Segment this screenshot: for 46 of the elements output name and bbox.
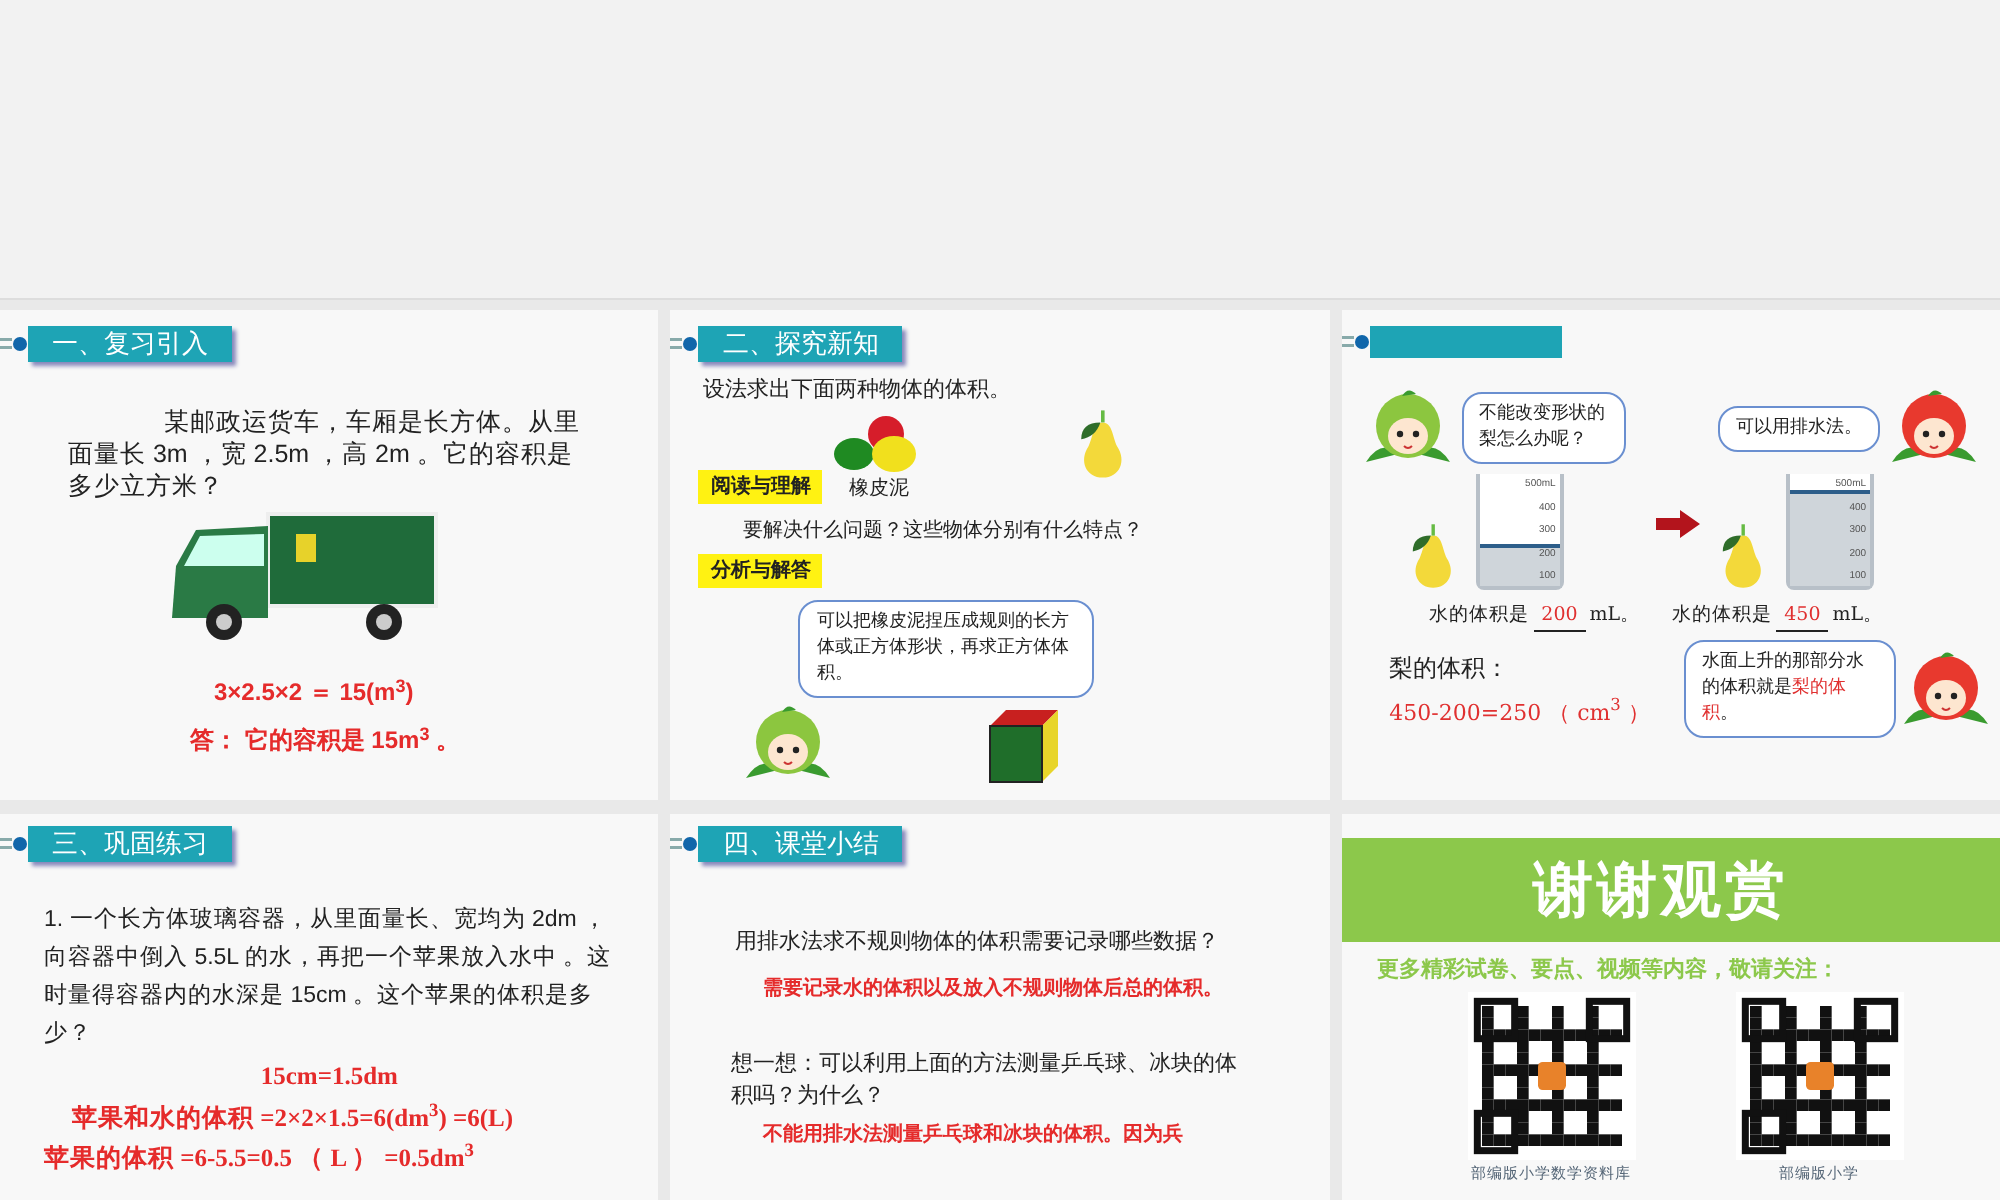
pear-volume-formula: 450-200=250 （ cm$^{3}$ ） bbox=[1389, 697, 1650, 729]
answer-text: 需要记录水的体积以及放入不规则物体后总的体积。 bbox=[762, 975, 1225, 1003]
slide-bullet-icon bbox=[0, 334, 28, 354]
reading-label: 水的体积是 bbox=[1429, 602, 1530, 630]
fill-in-line: 200 bbox=[1533, 602, 1586, 633]
unit-label: mL。 bbox=[1832, 602, 1884, 630]
question-text: 用排水法求不规则物体的体积需要记录哪些数据？ bbox=[734, 928, 1221, 958]
answer: 答： 它的容积是 15m$^{3}$ 。 bbox=[190, 722, 463, 758]
slide-bullet-icon bbox=[0, 834, 28, 854]
speech-bubble: 不能改变形状的梨怎么办呢？ bbox=[1461, 392, 1626, 464]
slide-thumbnail[interactable]: 三、巩固练习 1. 一个长方体玻璃容器，从里面量长、宽均为 2dm ，向容器中倒入 5.5L 的水，再把一个苹果放入水中 。这时量得容器内的水深是 15cm 。这个苹果的体积是多少？ 15cm=1.5dm 苹果和水的体积 =2×2×1.5=6(dm$^{3}$) =6(L) 苹果的体积 =6-5.5=0.5 （ L ） =0.5dm$^{3}$ bbox=[0, 814, 659, 1200]
speech-bubble: 可以用排水法。 bbox=[1718, 405, 1880, 451]
section-heading: 二、探究新知 bbox=[698, 326, 903, 362]
problem-text: 某邮政运货车，车厢是长方体。从里面量长 3m ，宽 2.5m ，高 2m 。它的容积是多少立方米？ bbox=[68, 406, 582, 502]
intro-text: 设法求出下面两种物体的体积。 bbox=[702, 376, 1013, 406]
section-heading: 一、复习引入 bbox=[28, 326, 232, 362]
slide-bullet-icon bbox=[670, 834, 699, 854]
slide-thumbnail[interactable]: 二、探究新知 设法求出下面两种物体的体积。 阅读与理解 橡皮泥 要解决什么问题？这些物体分别有什么特点？ 分析与解答 可以把橡皮泥捏压成规则的长方体或正方体形状，再求正方体体积。 bbox=[670, 310, 1330, 800]
fill-in-line: 450 bbox=[1776, 602, 1829, 633]
speech-bubble: 水面上升的那部分水的体积就是梨的体积。 bbox=[1684, 640, 1896, 739]
section-tag: 阅读与理解 bbox=[698, 469, 823, 503]
unit-label: mL。 bbox=[1589, 602, 1641, 630]
question-text: 想一想：可以利用上面的方法测量乒乓球、冰块的体积吗？为什么？ bbox=[730, 1049, 1239, 1111]
solution-line: 15cm=1.5dm bbox=[258, 1060, 400, 1094]
reading-label: 水的体积是 bbox=[1672, 602, 1773, 630]
problem-text: 1. 一个长方体玻璃容器，从里面量长、宽均为 2dm ，向容器中倒入 5.5L 的水，再把一个苹果放入水中 。这时量得容器内的水深是 15cm 。这个苹果的体积是多少？ bbox=[44, 904, 614, 1050]
slide-thumbnail[interactable]: 一、复习引入 某邮政运货车，车厢是长方体。从里面量长 3m ，宽 2.5m ，高 2m 。它的容积是多少立方米？ 3×2.5×2 ＝ 15(m$^{3}$) 答： 它的容积是 15m$^{3}$ 。 bbox=[0, 310, 659, 800]
slide-thumbnail[interactable]: 四、课堂小结 用排水法求不规则物体的体积需要记录哪些数据？ 需要记录水的体积以及放入不规则物体后总的体积。 想一想：可以利用上面的方法测量乒乓球、冰块的体积吗？为什么？ 不能用排水法测量乒乓球和冰块的体积。因为兵 bbox=[670, 814, 1330, 1200]
slide-bullet-icon bbox=[1341, 332, 1370, 352]
question-text: 要解决什么问题？这些物体分别有什么特点？ bbox=[742, 517, 1145, 545]
pear-volume-label: 梨的体积： bbox=[1389, 651, 1512, 685]
section-heading: 三、巩固练习 bbox=[28, 826, 232, 862]
section-tag: 分析与解答 bbox=[698, 553, 823, 587]
answer-text: 不能用排水法测量乒乓球和冰块的体积。因为兵 bbox=[762, 1121, 1185, 1149]
slide-bullet-icon bbox=[670, 334, 699, 354]
thanks-banner: 谢谢观赏 bbox=[1341, 838, 2000, 942]
formula: 3×2.5×2 ＝ 15(m$^{3}$) bbox=[214, 674, 416, 710]
qr-code-icon bbox=[1467, 991, 1636, 1159]
subtitle-text: 更多精彩试卷、要点、视频等内容，敬请关注： bbox=[1377, 955, 1842, 986]
qr-code-icon bbox=[1735, 991, 1904, 1159]
solution-line: 苹果和水的体积 =2×2×1.5=6(dm$^{3}$) =6(L) bbox=[72, 1100, 516, 1136]
clay-label: 橡皮泥 bbox=[848, 475, 909, 503]
solution-line: 苹果的体积 =6-5.5=0.5 （ L ） =0.5dm$^{3}$ bbox=[44, 1139, 476, 1175]
speech-bubble: 可以把橡皮泥捏压成规则的长方体或正方体形状，再求正方体体积。 bbox=[798, 599, 1095, 697]
section-heading: 四、课堂小结 bbox=[698, 826, 903, 862]
arrow-icon bbox=[1655, 510, 1700, 538]
